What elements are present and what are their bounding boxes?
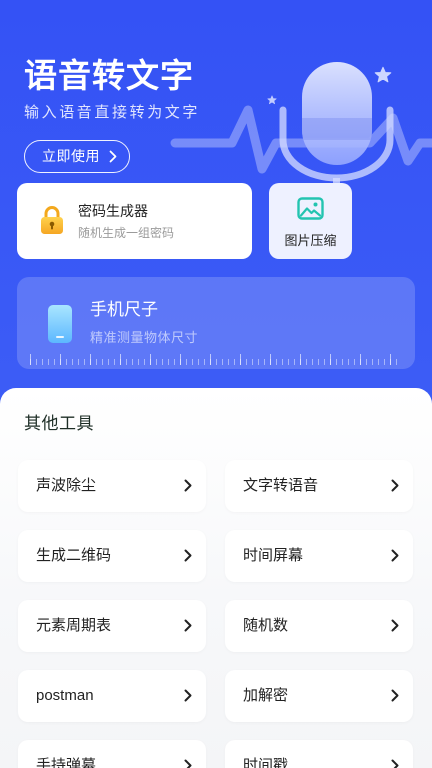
chevron-right-icon (391, 689, 399, 702)
chevron-right-icon (184, 619, 192, 632)
tool-item-label: 生成二维码 (36, 547, 112, 564)
phone-icon (48, 305, 72, 343)
tool-item-postman[interactable]: postman (18, 670, 206, 722)
tool-item-encrypt-decrypt[interactable]: 加解密 (225, 670, 413, 722)
chevron-right-icon (391, 759, 399, 768)
tool-item-periodic-table[interactable]: 元素周期表 (18, 600, 206, 652)
tool-item-label: 元素周期表 (36, 617, 112, 634)
phone-ruler-card[interactable]: 手机尺子 精准测量物体尺寸 (17, 277, 415, 369)
chevron-right-icon (391, 549, 399, 562)
chevron-right-icon (184, 759, 192, 768)
hero-title: 语音转文字 (24, 57, 194, 94)
tool-item-sound-dust[interactable]: 声波除尘 (18, 460, 206, 512)
other-tools-heading: 其他工具 (24, 414, 94, 433)
star-icon (374, 66, 392, 83)
start-now-button[interactable]: 立即使用 (24, 140, 130, 173)
image-icon (297, 197, 324, 220)
star-icon (267, 95, 277, 105)
tool-item-time-screen[interactable]: 时间屏幕 (225, 530, 413, 582)
tool-item-label: 手持弹幕 (36, 757, 97, 768)
ruler-ticks (30, 354, 402, 365)
tool-item-label: 时间戳 (243, 757, 289, 768)
tool-item-label: 随机数 (243, 617, 289, 634)
password-generator-card[interactable]: 密码生成器 随机生成一组密码 (17, 183, 252, 259)
tool-item-handheld-danmaku[interactable]: 手持弹幕 (18, 740, 206, 768)
phone-ruler-subtitle: 精准测量物体尺寸 (90, 330, 199, 345)
start-now-label: 立即使用 (42, 148, 100, 164)
lock-icon (41, 206, 63, 234)
tool-item-timestamp[interactable]: 时间戳 (225, 740, 413, 768)
phone-ruler-title: 手机尺子 (90, 300, 158, 319)
password-generator-subtitle: 随机生成一组密码 (78, 226, 175, 240)
chevron-right-icon (391, 479, 399, 492)
tool-item-label: 声波除尘 (36, 477, 97, 494)
tool-item-label: 文字转语音 (243, 477, 319, 494)
image-compress-card[interactable]: 图片压缩 (269, 183, 352, 259)
tool-item-qr-code[interactable]: 生成二维码 (18, 530, 206, 582)
microphone-icon (170, 62, 432, 185)
password-generator-title: 密码生成器 (78, 203, 148, 219)
image-compress-title: 图片压缩 (284, 233, 337, 248)
other-tools-section: 其他工具 声波除尘 文字转语音 生成二维码 时间屏幕 元素周期表 随机数 pos… (0, 388, 432, 768)
app-screen: 语音转文字 输入语音直接转为文字 立即使用 密码生成器 随机生成一组密码 图片压… (0, 0, 432, 768)
tool-item-random-number[interactable]: 随机数 (225, 600, 413, 652)
chevron-right-icon (391, 619, 399, 632)
chevron-right-icon (184, 689, 192, 702)
chevron-right-icon (184, 479, 192, 492)
chevron-right-icon (184, 549, 192, 562)
tool-item-label: 加解密 (243, 687, 289, 704)
tool-item-text-to-speech[interactable]: 文字转语音 (225, 460, 413, 512)
chevron-right-icon (109, 150, 117, 163)
tool-item-label: 时间屏幕 (243, 547, 304, 564)
tool-item-label: postman (36, 687, 94, 704)
